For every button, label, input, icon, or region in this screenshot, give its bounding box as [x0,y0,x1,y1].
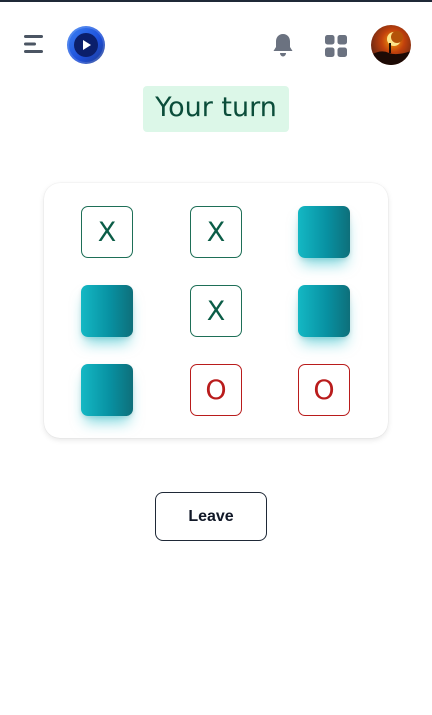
avatar-image [371,31,411,65]
play-logo-icon [83,40,91,50]
app-header [0,2,432,84]
notifications-button[interactable] [271,32,295,58]
apps-grid-icon [325,35,347,57]
apps-button[interactable] [324,34,348,58]
turn-status: Your turn [143,86,289,132]
board-cell-8[interactable]: O [190,364,242,416]
menu-button[interactable] [22,33,46,55]
board-cell-4[interactable] [81,285,133,337]
user-avatar[interactable] [371,25,411,65]
board-cell-9[interactable]: O [298,364,350,416]
board-cell-6[interactable] [298,285,350,337]
board-cell-5[interactable]: X [190,285,242,337]
leave-button[interactable]: Leave [155,492,267,541]
bell-icon [273,34,293,57]
game-board: XXXOO [44,183,388,438]
board-cell-2[interactable]: X [190,206,242,258]
hamburger-menu-icon [24,35,43,53]
board-cell-7[interactable] [81,364,133,416]
status-area: Your turn [0,86,432,132]
app-logo[interactable] [67,26,105,64]
board-cell-1[interactable]: X [81,206,133,258]
board-cell-3[interactable] [298,206,350,258]
